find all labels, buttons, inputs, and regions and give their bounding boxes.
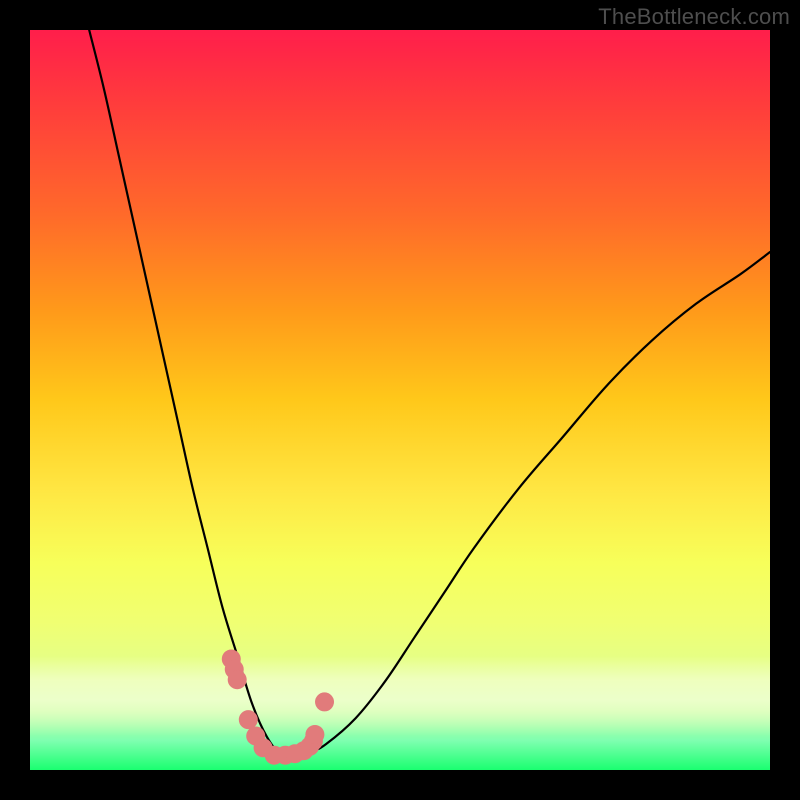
chart-frame: TheBottleneck.com xyxy=(0,0,800,800)
marker-dot xyxy=(304,732,323,751)
pale-band xyxy=(30,656,770,736)
marker-dot xyxy=(294,741,313,760)
plot-area xyxy=(30,30,770,770)
marker-dot xyxy=(305,725,324,744)
curve-layer xyxy=(30,30,770,770)
watermark-text: TheBottleneck.com xyxy=(598,4,790,30)
marker-dot xyxy=(222,650,241,669)
marker-dot xyxy=(265,746,284,765)
marker-dot xyxy=(228,670,247,689)
marker-dot xyxy=(225,660,244,679)
marker-dot xyxy=(315,692,334,711)
bottleneck-curve xyxy=(89,30,770,757)
marker-dot xyxy=(300,737,319,756)
marker-dot xyxy=(285,744,304,763)
marker-group xyxy=(222,650,334,765)
marker-dot xyxy=(254,738,273,757)
marker-dot xyxy=(276,746,295,765)
marker-dot xyxy=(239,710,258,729)
marker-dot xyxy=(246,726,265,745)
